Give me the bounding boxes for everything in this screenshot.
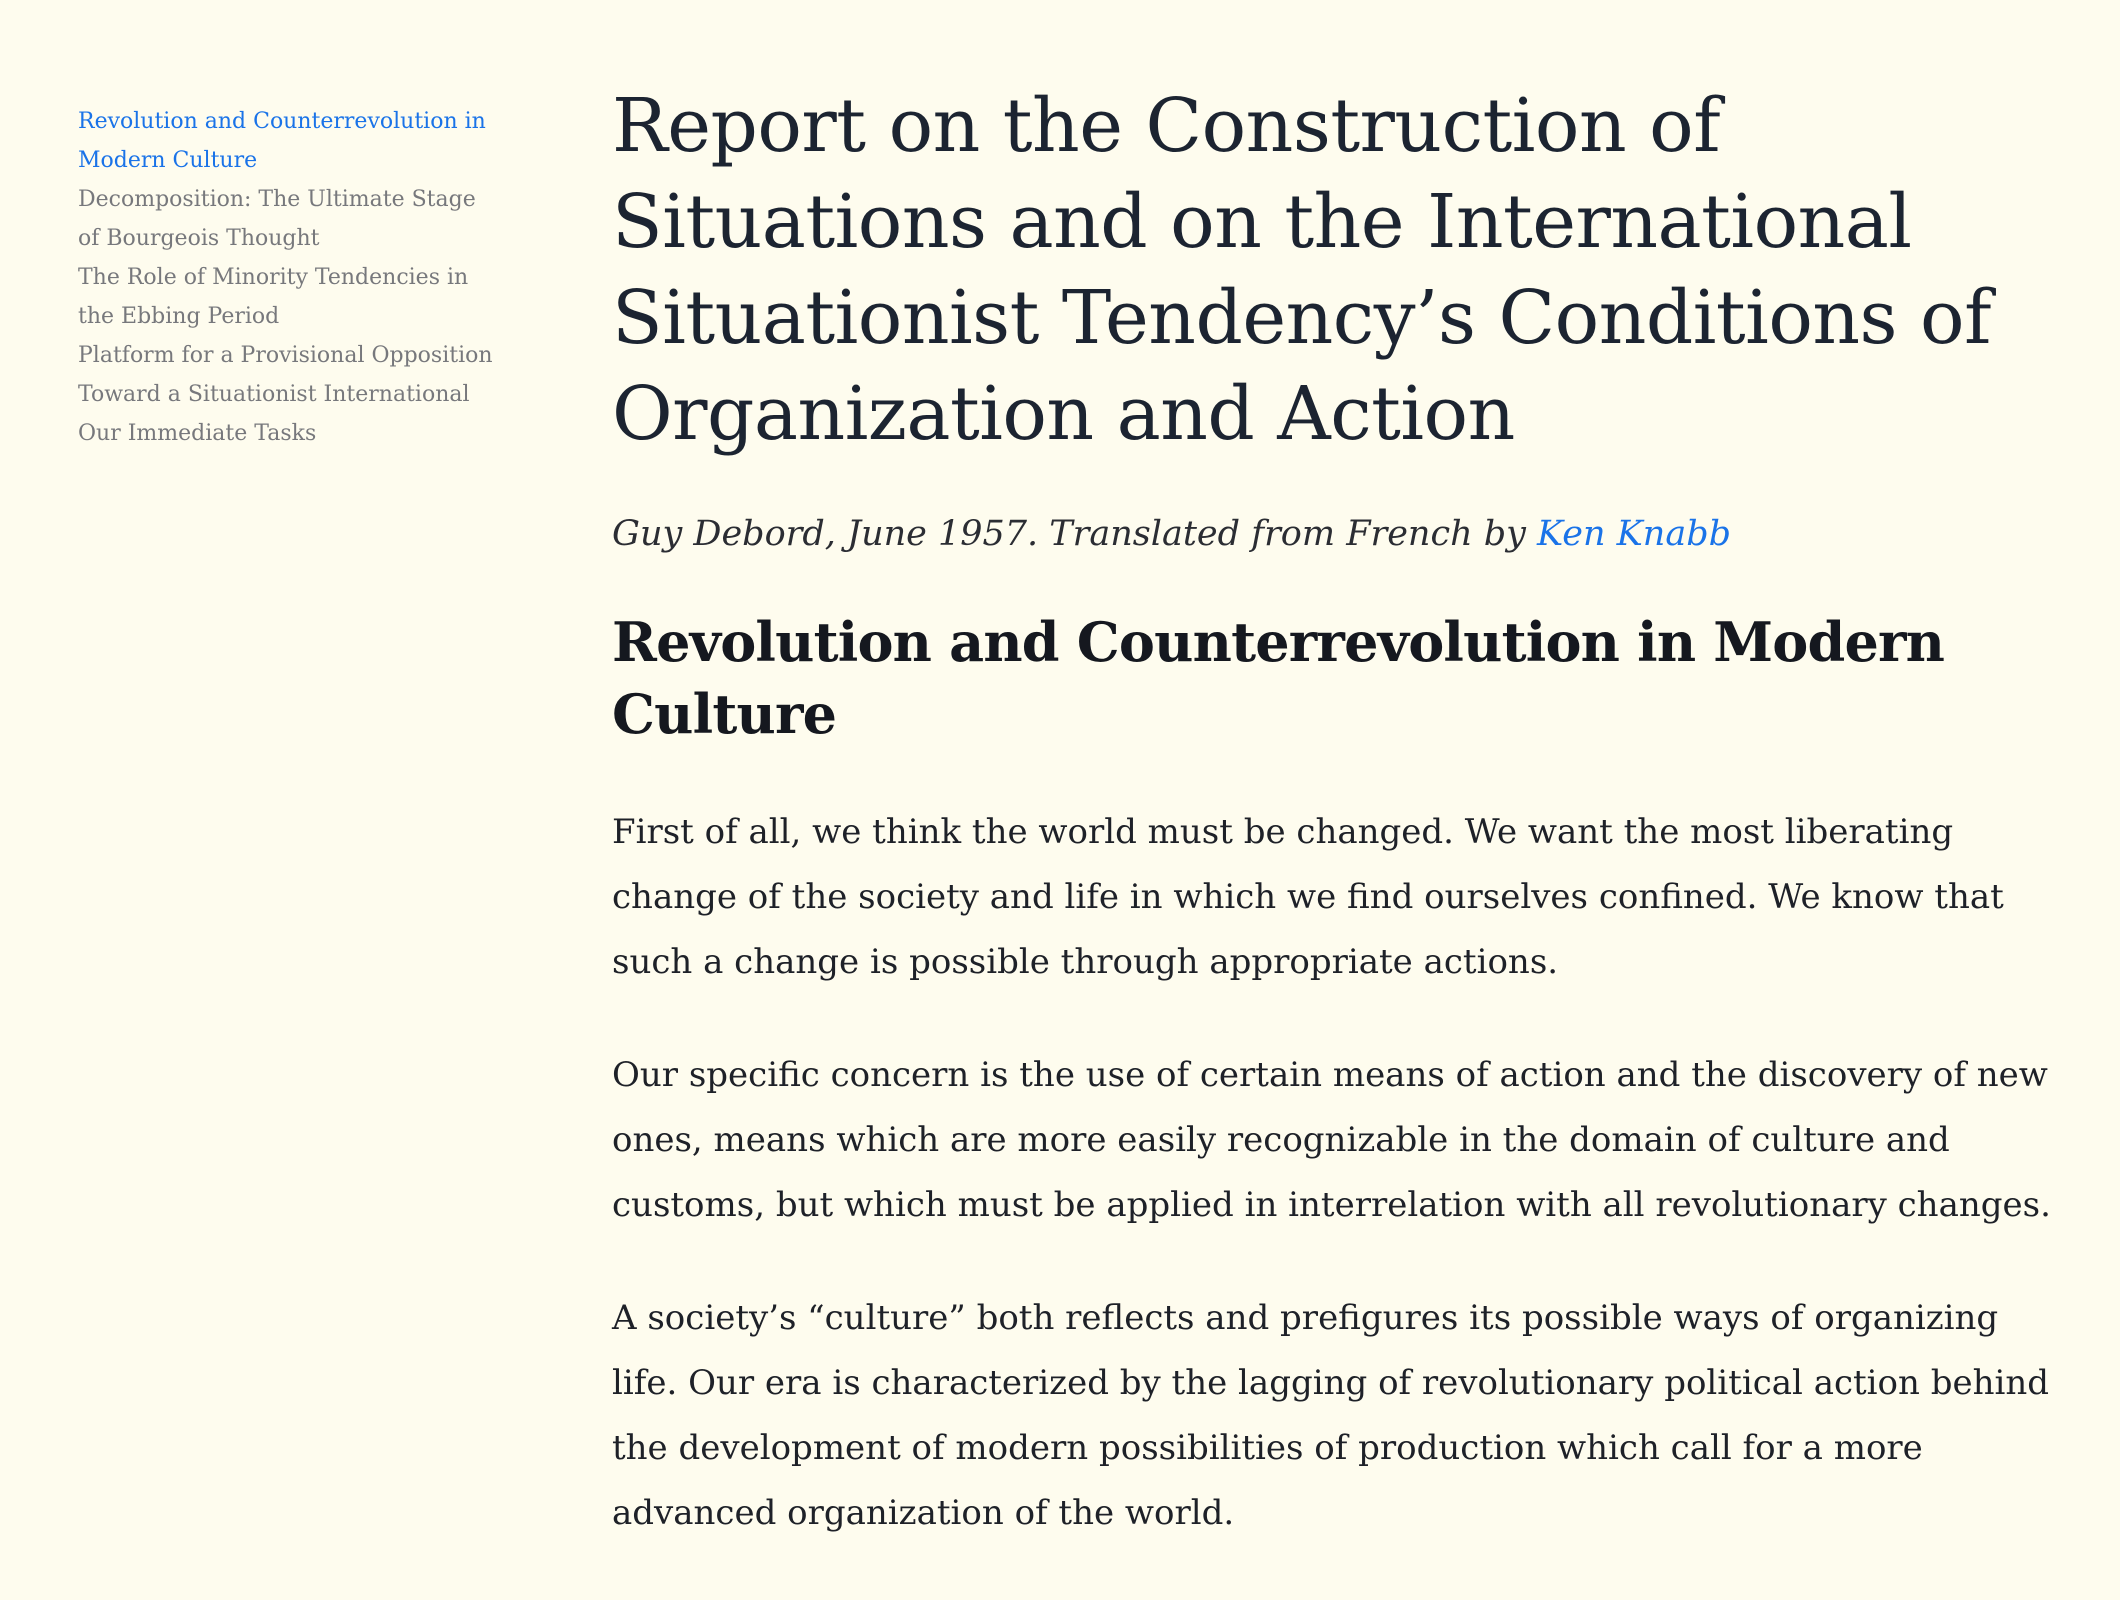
byline-text: Guy Debord, June 1957. Translated from F… — [612, 514, 1538, 554]
article: Report on the Construction of Situations… — [612, 78, 2074, 1546]
toc-link[interactable]: Revolution and Counterrevolution in Mode… — [78, 109, 486, 173]
toc-item-toward-situationist-international[interactable]: Toward a Situationist International — [78, 375, 498, 414]
paragraph: First of all, we think the world must be… — [612, 812, 2004, 982]
toc-item-platform-provisional-opposition[interactable]: Platform for a Provisional Opposition — [78, 336, 498, 375]
section-heading: Revolution and Counterrevolution in Mode… — [612, 610, 1945, 746]
toc-link[interactable]: Toward a Situationist International — [78, 382, 470, 407]
toc-item-decomposition[interactable]: Decomposition: The Ultimate Stage of Bou… — [78, 180, 498, 258]
byline: Guy Debord, June 1957. Translated from F… — [612, 504, 2074, 564]
toc-link[interactable]: The Role of Minority Tendencies in the E… — [78, 265, 468, 329]
toc-item-role-of-minority-tendencies[interactable]: The Role of Minority Tendencies in the E… — [78, 258, 498, 336]
toc-item-immediate-tasks[interactable]: Our Immediate Tasks — [78, 414, 498, 453]
paragraph: A society’s “culture” both reflects and … — [612, 1298, 2050, 1533]
paragraph: Our specific concern is the use of certa… — [612, 1055, 2051, 1225]
toc-link[interactable]: Our Immediate Tasks — [78, 421, 316, 446]
article-body: First of all, we think the world must be… — [612, 800, 2074, 1546]
toc-link[interactable]: Platform for a Provisional Opposition — [78, 343, 493, 368]
translator-link[interactable]: Ken Knabb — [1537, 514, 1731, 554]
toc-link[interactable]: Decomposition: The Ultimate Stage of Bou… — [78, 187, 476, 251]
table-of-contents: Revolution and Counterrevolution in Mode… — [78, 102, 498, 453]
toc-item-revolution-and-counterrevolution[interactable]: Revolution and Counterrevolution in Mode… — [78, 102, 498, 180]
page-title: Report on the Construction of Situations… — [612, 83, 1991, 457]
